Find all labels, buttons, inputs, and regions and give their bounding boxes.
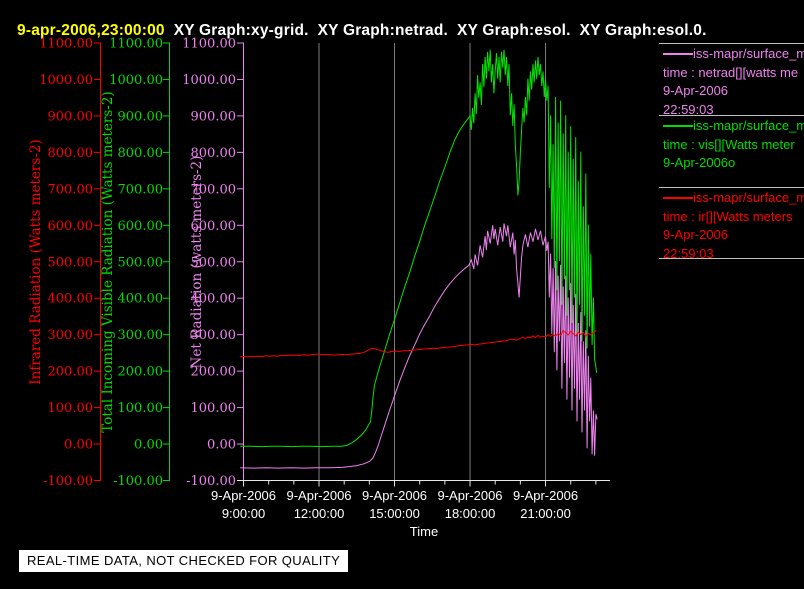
legend-line: time : vis[][Watts meter: [663, 136, 795, 152]
y-tick-label: 700.00: [118, 182, 164, 197]
x-tick-time: 12:00:00: [294, 506, 345, 521]
x-tick-date: 9-Apr-2006: [362, 488, 427, 503]
x-tick-date: 9-Apr-2006: [211, 488, 276, 503]
y-tick-label: 500.00: [118, 255, 164, 270]
y-tick-label: 900.00: [48, 109, 94, 124]
x-tick-time: 18:00:00: [445, 506, 496, 521]
y-tick-label: 1000.00: [39, 73, 93, 88]
y-tick-label: 400.00: [48, 292, 94, 307]
y-tick-label: 900.00: [118, 109, 164, 124]
quality-notice: REAL-TIME DATA, NOT CHECKED FOR QUALITY: [19, 550, 349, 572]
y-tick-label: 300.00: [48, 328, 94, 343]
x-tick-date: 9-Apr-2006: [513, 488, 578, 503]
y-tick-label: 1100.00: [109, 37, 163, 52]
legend-line-sample-icon: [663, 124, 693, 127]
series-line-vis: [240, 49, 598, 448]
y-tick-label: 700.00: [48, 182, 94, 197]
y-tick-label: 600.00: [48, 219, 94, 234]
x-tick-time: 21:00:00: [520, 506, 571, 521]
y-tick-label: 400.00: [118, 292, 164, 307]
y-tick-label: 0.00: [64, 438, 93, 453]
y-axis-title: Net Radiation (watts meters-2): [189, 156, 205, 369]
y-tick-label: 800.00: [118, 146, 164, 161]
legend-entry-vis[interactable]: iss-mapr/surface_m time : vis[][Watts met…: [663, 117, 804, 173]
x-tick-time: 15:00:00: [369, 506, 420, 521]
y-tick-label: -100.00: [186, 474, 236, 489]
y-tick-label: 900.00: [191, 109, 237, 124]
x-tick-date: 9-Apr-2006: [286, 488, 351, 503]
y-tick-label: 800.00: [48, 146, 94, 161]
y-tick-label: 500.00: [48, 255, 94, 270]
x-tick-time: 9:00:00: [222, 506, 265, 521]
y-tick-label: 100.00: [48, 401, 94, 416]
y-tick-label: 0.00: [207, 438, 236, 453]
x-axis: 9-Apr-2006 9:00:00 9-Apr-2006 12:00:00 9-Apr…: [211, 480, 610, 539]
series-line-netrad: [240, 223, 598, 469]
legend-line: iss-mapr/surface_m: [663, 117, 804, 136]
y-tick-label: 1000.00: [109, 73, 163, 88]
legend-line-sample-icon: [663, 52, 693, 55]
y-tick-label: -100.00: [43, 474, 93, 489]
y-tick-label: 600.00: [118, 219, 164, 234]
legend-line: time : ir[][Watts meters: [663, 208, 793, 224]
y-axis-title: Total Incoming Visible Radiation (Watts …: [100, 91, 116, 432]
series-line-ir: [240, 329, 597, 358]
y-tick-label: 1100.00: [182, 37, 236, 52]
y-tick-label: -100.00: [113, 474, 163, 489]
y-tick-label: 1100.00: [39, 37, 93, 52]
app-window: { "title": { "date": "9-apr-2006,23:00:0…: [0, 0, 804, 589]
x-tick-date: 9-Apr-2006: [438, 488, 503, 503]
y-tick-label: 100.00: [191, 401, 237, 416]
x-axis-title: Time: [410, 524, 438, 539]
legend-entry-netrad[interactable]: iss-mapr/surface_m time : netrad[][watts …: [663, 45, 804, 119]
legend-line: 22:59:03: [663, 245, 714, 261]
y-axis-title: Infrared Radiation (Watts meters-2): [28, 139, 44, 384]
legend-line: 9-Apr-2006: [663, 83, 729, 98]
legend-line: iss-mapr/surface_m: [663, 45, 804, 64]
legend-line-sample-icon: [663, 196, 693, 199]
legend-line: time : netrad[][watts me: [663, 64, 799, 80]
y-tick-label: 300.00: [118, 328, 164, 343]
y-tick-label: 200.00: [48, 365, 94, 380]
y-tick-label: 100.00: [118, 401, 164, 416]
legend-line: 9-Apr-2006o: [663, 155, 736, 170]
y-axis-vis: 1100.00 1000.00 900.00 800.00 700.00 600.00 50…: [100, 37, 170, 489]
y-tick-label: 0.00: [134, 438, 163, 453]
legend-line: iss-mapr/surface_m: [663, 189, 804, 208]
legend-line: 9-Apr-2006: [663, 227, 729, 242]
y-tick-label: 1000.00: [182, 73, 236, 88]
y-axis-ir: 1100.00 1000.00 900.00 800.00 700.00 600.00 50…: [28, 37, 101, 489]
y-tick-label: 200.00: [118, 365, 164, 380]
y-axis-netrad: 1100.001000.00900.00800.00700.00600.0050…: [182, 37, 244, 489]
legend-entry-ir[interactable]: iss-mapr/surface_m time : ir[][Watts mete…: [663, 189, 804, 263]
